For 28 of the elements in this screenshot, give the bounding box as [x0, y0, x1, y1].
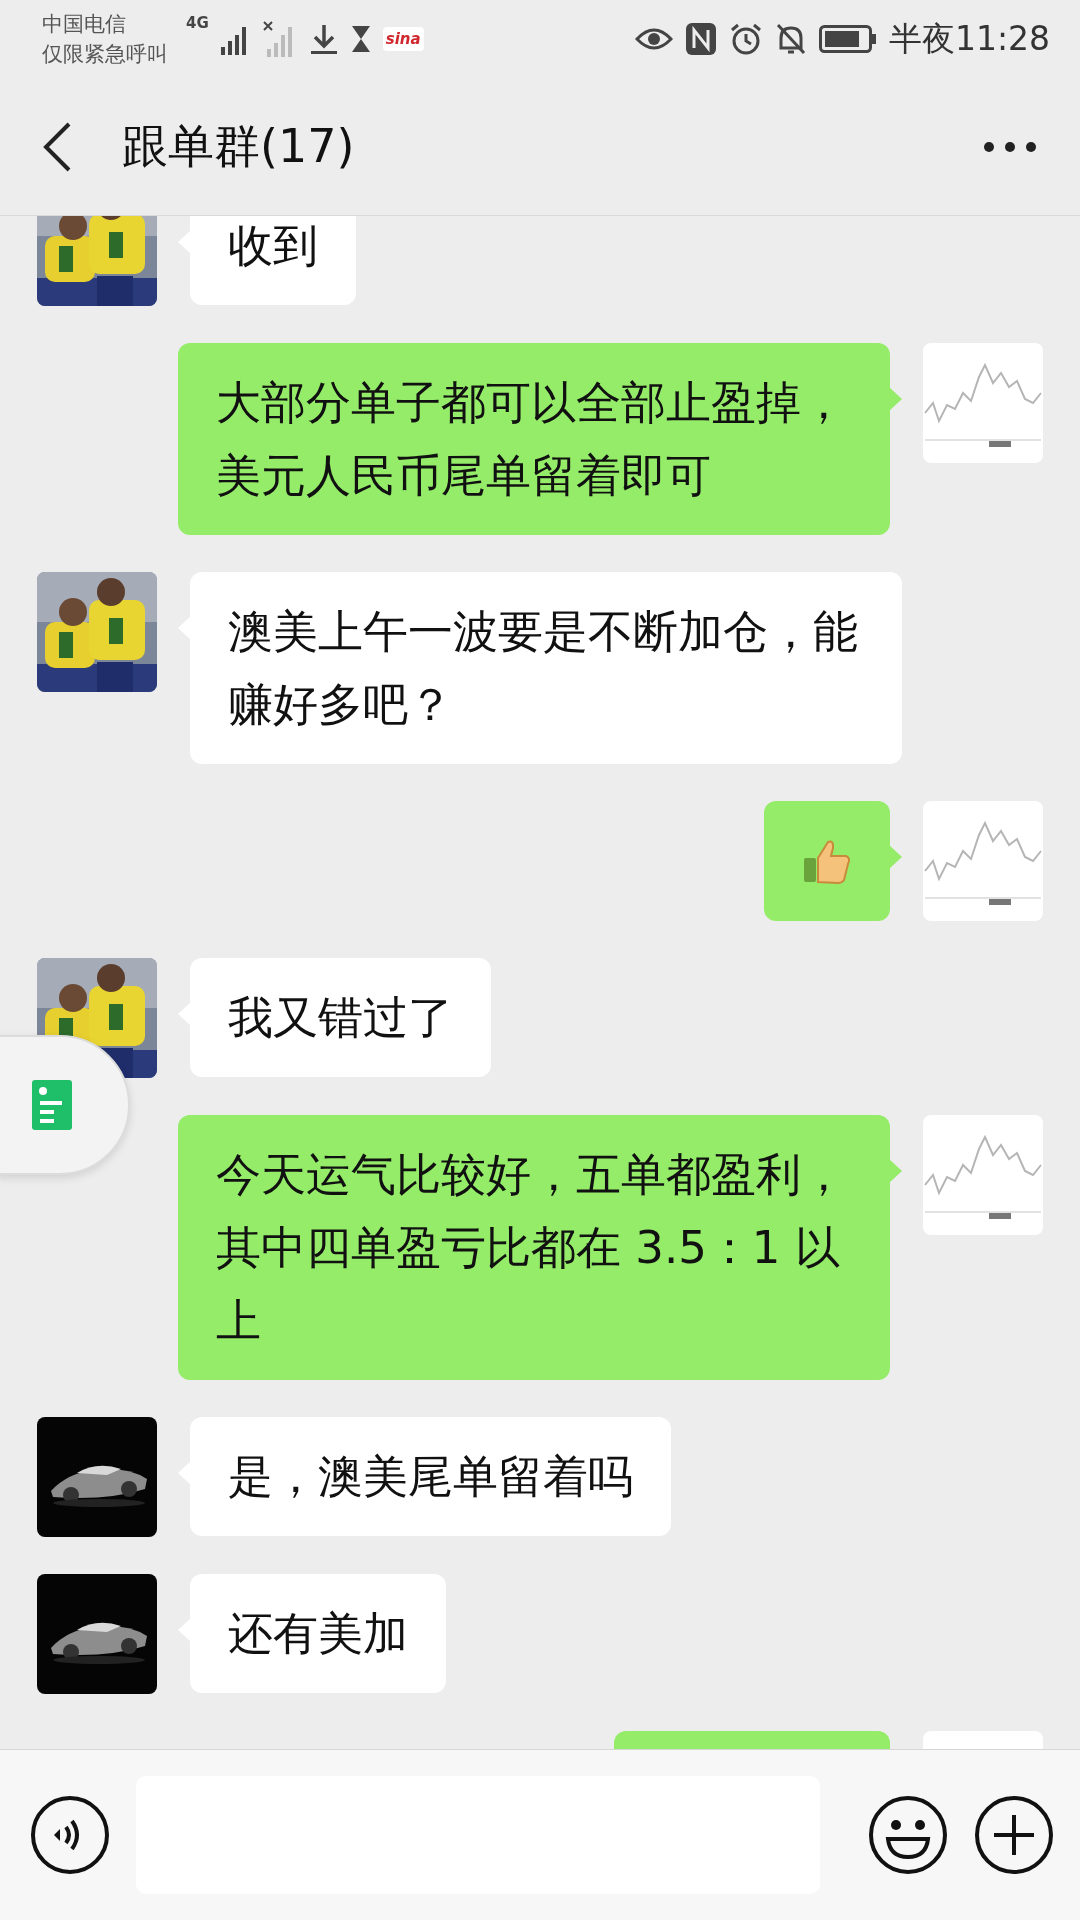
- bubble-tail: [889, 845, 902, 869]
- emoji-icon[interactable]: [868, 1795, 948, 1875]
- bubble-tail: [889, 387, 902, 411]
- network-type: 4G: [186, 14, 209, 32]
- message-bubble[interactable]: 澳美上午一波要是不断加仓，能赚好多吧？: [178, 572, 902, 764]
- voice-icon[interactable]: [30, 1795, 110, 1875]
- floating-window-button[interactable]: [0, 1035, 130, 1175]
- chat-title: 跟单群(17): [122, 117, 355, 175]
- app-badge: sina: [382, 27, 424, 51]
- message-bubble[interactable]: 我又错过了: [178, 958, 491, 1077]
- nfc-icon: [684, 22, 717, 56]
- clock-time: 半夜11:28: [888, 17, 1050, 60]
- message-bubble[interactable]: 还有美加: [178, 1574, 446, 1693]
- bubble-tail: [889, 1159, 902, 1183]
- mute-bell-icon: [774, 22, 807, 56]
- hourglass-icon: [350, 25, 371, 53]
- back-icon[interactable]: [42, 120, 72, 173]
- message-bubble[interactable]: 大部分单子都可以全部止盈掉，美元人民币尾单留着即可: [178, 343, 902, 535]
- battery-icon: [818, 25, 877, 53]
- alarm-icon: [728, 22, 763, 56]
- carrier-name: 中国电信: [42, 11, 127, 38]
- download-icon: [308, 23, 339, 55]
- message-bubble[interactable]: 是，澳美尾单留着吗: [178, 1417, 671, 1536]
- message-bubble[interactable]: 今天运气比较好，五单都盈利，其中四单盈亏比都在 3.5：1 以上: [178, 1115, 902, 1380]
- plus-icon[interactable]: [974, 1795, 1054, 1875]
- carrier-status: 仅限紧急呼叫: [42, 41, 168, 68]
- document-icon: [32, 1080, 72, 1130]
- more-icon[interactable]: [984, 141, 1036, 152]
